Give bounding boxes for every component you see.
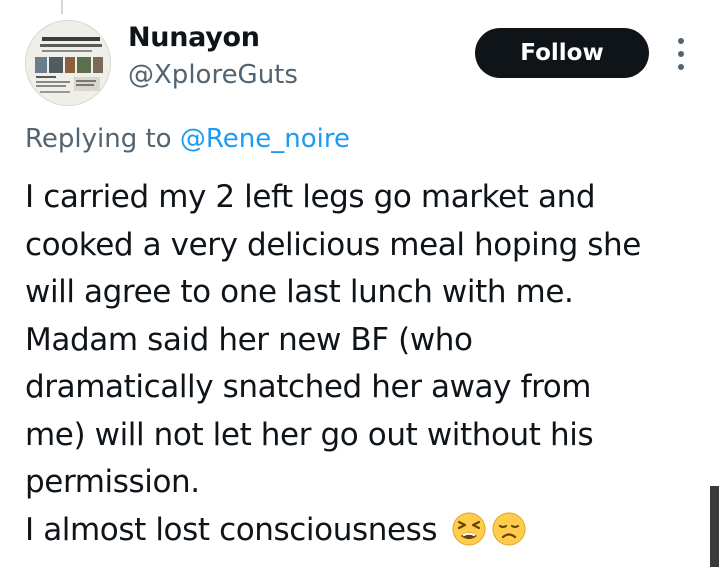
more-vertical-icon[interactable] bbox=[672, 38, 690, 70]
tweet-line: I almost lost consciousness bbox=[25, 511, 438, 548]
tweet-line: I carried my 2 left legs go market and bbox=[25, 179, 596, 215]
tweet-line: Madam said her new BF (who bbox=[25, 321, 473, 358]
disappointed-face-emoji bbox=[491, 511, 527, 547]
avatar[interactable] bbox=[25, 20, 111, 106]
tweet-line: cooked a very delicious meal hoping she bbox=[25, 226, 641, 263]
tired-face-emoji bbox=[451, 511, 487, 547]
tweet-line: me) will not let her go out without his bbox=[25, 416, 594, 453]
follow-button[interactable]: Follow bbox=[475, 28, 649, 78]
reply-context-prefix: Replying to bbox=[25, 124, 180, 154]
tweet-line: permission. bbox=[25, 464, 200, 500]
tweet-line: dramatically snatched her away from bbox=[25, 369, 592, 405]
tweet-text: I carried my 2 left legs go market and c… bbox=[25, 174, 705, 554]
author-display-name[interactable]: Nunayon bbox=[128, 22, 260, 53]
reply-context: Replying to @Rene_noire bbox=[25, 124, 350, 154]
thread-connector-line bbox=[61, 0, 63, 14]
scrollbar[interactable] bbox=[710, 486, 719, 567]
author-handle[interactable]: @XploreGuts bbox=[128, 60, 298, 90]
reply-mention-link[interactable]: @Rene_noire bbox=[180, 124, 350, 154]
newspaper-avatar-icon bbox=[26, 21, 110, 105]
tweet-line: will agree to one last lunch with me. bbox=[25, 274, 574, 310]
tweet-last-line: I almost lost consciousness bbox=[25, 507, 705, 555]
